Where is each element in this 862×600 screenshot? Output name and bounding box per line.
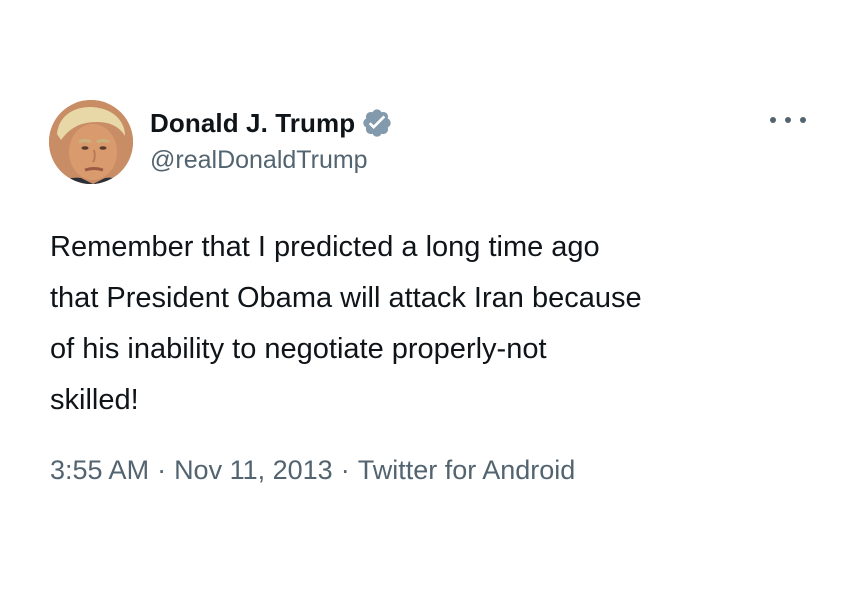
tweet-time[interactable]: 3:55 AM bbox=[50, 455, 149, 486]
meta-separator: · bbox=[340, 455, 350, 485]
verified-badge-icon bbox=[361, 107, 393, 139]
tweet-source[interactable]: Twitter for Android bbox=[358, 455, 576, 486]
tweet-meta: 3:55 AM · Nov 11, 2013 · Twitter for And… bbox=[50, 455, 575, 486]
avatar[interactable] bbox=[49, 100, 133, 184]
user-handle[interactable]: @realDonaldTrump bbox=[150, 146, 393, 175]
name-row: Donald J. Trump bbox=[150, 104, 393, 142]
meta-separator: · bbox=[157, 455, 167, 485]
tweet-card: Donald J. Trump @realDonaldTrump Remembe… bbox=[0, 0, 862, 600]
more-dot bbox=[770, 117, 776, 123]
tweet-date[interactable]: Nov 11, 2013 bbox=[174, 455, 333, 486]
tweet-header: Donald J. Trump @realDonaldTrump bbox=[150, 104, 393, 175]
more-dot bbox=[785, 117, 791, 123]
tweet-text: Remember that I predicted a long time ag… bbox=[50, 231, 642, 416]
more-dot bbox=[800, 117, 806, 123]
display-name[interactable]: Donald J. Trump bbox=[150, 108, 355, 139]
more-options-icon[interactable] bbox=[768, 110, 808, 130]
profile-photo-icon bbox=[49, 100, 133, 184]
